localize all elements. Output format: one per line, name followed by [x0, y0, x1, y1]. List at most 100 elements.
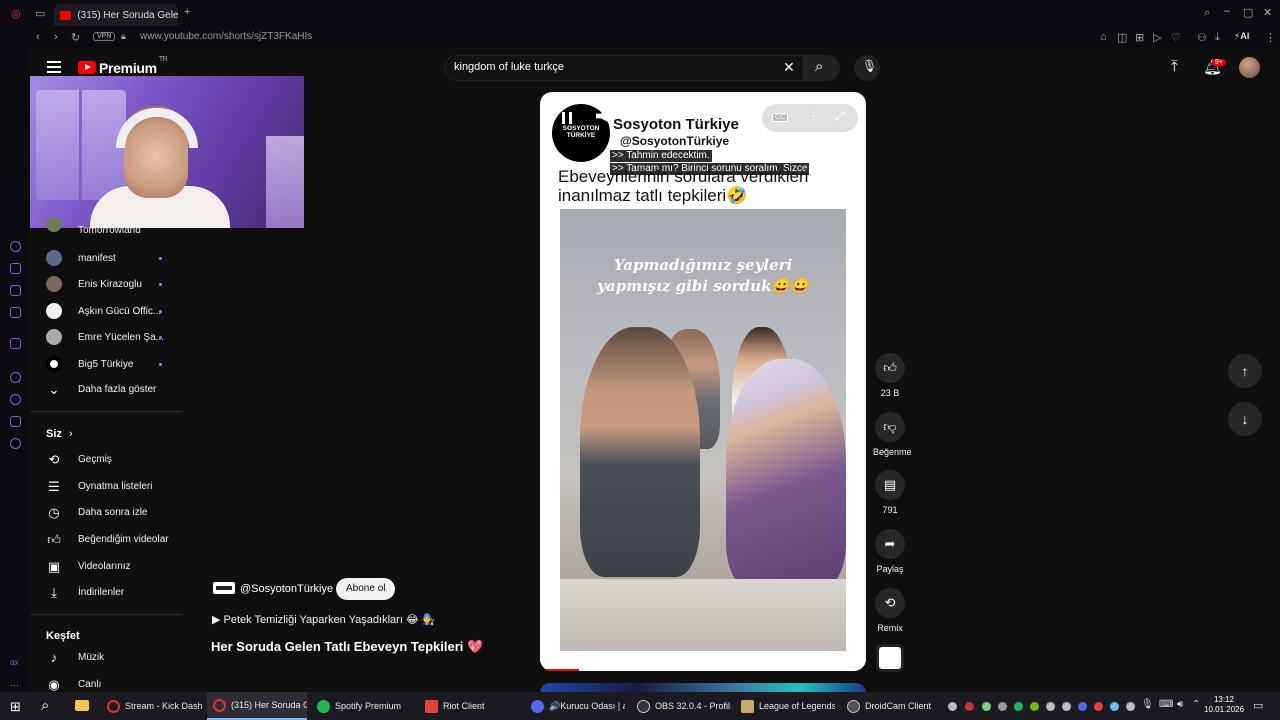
create-upload-icon[interactable]: ⤒	[1171, 58, 1178, 75]
taskbar-app-obs[interactable]: OBS 32.0.4 - Profil: ...	[631, 692, 731, 720]
more-sidebar-icon[interactable]: αx	[10, 658, 21, 669]
file-explorer-icon[interactable]	[75, 700, 89, 711]
hamburger-menu-icon[interactable]	[47, 61, 61, 73]
taskbar-app-discord[interactable]: 🔊Kurucu Odası | a...	[525, 692, 625, 720]
tray-icon[interactable]	[1126, 702, 1135, 711]
search-button[interactable]: ⌕	[804, 55, 840, 81]
notifications-icon[interactable]: ▭	[1253, 699, 1263, 712]
subscription-item[interactable]: Aşkın Gücü Offic...	[30, 298, 182, 324]
back-icon[interactable]: ‹	[36, 31, 40, 43]
tray-icon[interactable]	[982, 702, 991, 711]
nav-your-videos[interactable]: ▣ Videolarınız	[30, 555, 182, 581]
taskbar-app-droidcam[interactable]: DroidCam Client	[841, 692, 941, 720]
like-icon[interactable]: 👍︎	[875, 353, 905, 383]
more-options-icon[interactable]: ⋮	[808, 109, 820, 123]
channel-avatar[interactable]	[213, 582, 235, 594]
voice-search-button[interactable]: 🎙︎	[854, 55, 880, 81]
pause-icon[interactable]	[562, 112, 572, 124]
download-icon[interactable]: ⤓	[1215, 31, 1220, 44]
subscribe-button[interactable]: Abone ol	[336, 578, 396, 600]
clear-search-icon[interactable]: ✕	[783, 59, 795, 76]
tray-icon[interactable]	[1078, 702, 1087, 711]
tray-icon[interactable]	[1094, 702, 1103, 711]
youtube-logo-icon[interactable]	[78, 61, 96, 74]
network-icon[interactable]: ⌨	[1159, 699, 1173, 710]
dislike-action[interactable]: 👎︎ Beğenme	[873, 412, 912, 457]
ai-icon[interactable]: ⚡AI	[1234, 31, 1249, 42]
snapshot-icon[interactable]: ◫	[1117, 31, 1127, 44]
minimize-icon[interactable]: –	[1224, 5, 1230, 17]
sound-channel-thumb[interactable]	[876, 644, 904, 672]
taskbar-search-icon[interactable]: ⌕	[41, 697, 49, 714]
next-short-button[interactable]: ↓	[1228, 402, 1262, 436]
nav-liked-videos[interactable]: 👍︎ Beğendiğim videolar	[30, 528, 182, 554]
reload-icon[interactable]: ↻	[71, 31, 80, 44]
tray-icon[interactable]	[948, 702, 957, 711]
taskbar-app-lol[interactable]: League of Legends	[735, 692, 835, 720]
account-icon[interactable]: ⚇	[1197, 31, 1207, 44]
subscription-item[interactable]: Big5 Türkiye	[30, 351, 182, 377]
tray-icon[interactable]	[1030, 702, 1039, 711]
previous-short-button[interactable]: ↑	[1228, 354, 1262, 388]
tray-icon[interactable]	[1110, 702, 1119, 711]
notes-icon[interactable]	[10, 285, 21, 296]
search-tabs-icon[interactable]: ⌕	[1204, 7, 1210, 20]
remix-icon[interactable]: ⟲	[875, 588, 905, 618]
search-input-value[interactable]: kingdom of luke turkçe	[454, 61, 564, 73]
tray-icon[interactable]	[965, 702, 974, 711]
tab-overview-icon[interactable]: ▭	[35, 7, 45, 20]
taskbar-app-browser[interactable]: (315) Her Soruda G...	[207, 692, 307, 720]
taskbar-clock[interactable]: 13:12 10.01.2026	[1204, 695, 1244, 715]
tray-icon[interactable]	[1014, 702, 1023, 711]
windows-start-icon[interactable]: ⊞	[10, 699, 21, 715]
vpn-badge[interactable]: VPN	[93, 32, 116, 41]
maximize-icon[interactable]: ▢	[1243, 6, 1253, 19]
share-action[interactable]: ➦ Paylaş	[873, 529, 907, 574]
heart-icon[interactable]: ♡	[1171, 31, 1181, 44]
sidebar-dots-icon[interactable]: ···	[10, 680, 21, 691]
pin-icon[interactable]: ⌂	[1100, 31, 1107, 43]
taskbar-app-spotify[interactable]: Spotify Premium	[311, 692, 411, 720]
volume-tray-icon[interactable]: 🔊︎	[1177, 699, 1183, 710]
comment-action[interactable]: ▤ 791	[873, 470, 907, 515]
nav-playlists[interactable]: ☰ Oynatma listeleri	[30, 475, 182, 501]
microphone-tray-icon[interactable]: 🎙︎	[1141, 699, 1154, 710]
messenger-icon[interactable]	[10, 241, 21, 252]
settings-sidebar-icon[interactable]	[10, 438, 21, 449]
subscription-item[interactable]: Emre Yücelen Şa...	[30, 324, 182, 350]
tab-active[interactable]: (315) Her Soruda Gelen	[54, 4, 178, 26]
taskbar-app-riot[interactable]: Riot Client	[419, 692, 519, 720]
share-icon[interactable]: ➦	[875, 529, 905, 559]
comment-icon[interactable]: ▤	[875, 470, 905, 500]
m-app-icon[interactable]	[10, 307, 21, 318]
show-more-button[interactable]: ⌄ Daha fazla göster	[30, 378, 182, 404]
account-avatar[interactable]	[1239, 57, 1260, 78]
subscription-item[interactable]: manifest	[30, 245, 182, 271]
player-sidebar-icon[interactable]	[10, 372, 21, 383]
close-window-icon[interactable]: ✕	[1263, 6, 1272, 19]
you-section-heading[interactable]: Siz ›	[46, 428, 73, 440]
player-icon[interactable]: ▷	[1153, 31, 1161, 44]
menu-dots-icon[interactable]: ⋮	[1265, 31, 1276, 44]
playlist-link[interactable]: ▶ Petek Temizliği Yaparken Yaşadıkları 😂…	[212, 613, 436, 626]
tray-icon[interactable]	[998, 702, 1007, 711]
captions-button[interactable]: CC	[772, 113, 789, 122]
history-sidebar-icon[interactable]	[10, 394, 21, 405]
tray-icon[interactable]	[1046, 702, 1055, 711]
tray-icon[interactable]	[1062, 702, 1071, 711]
twitch-icon[interactable]	[10, 338, 21, 349]
nav-history[interactable]: ⟲ Geçmiş	[30, 448, 182, 474]
subscription-item[interactable]: Tomorrowland	[30, 218, 182, 236]
nav-watch-later[interactable]: ◷ Daha sonra izle	[30, 501, 182, 527]
remix-action[interactable]: ⟲ Remix	[873, 588, 907, 633]
nav-live[interactable]: ◉ Canlı	[30, 673, 182, 692]
nav-music[interactable]: ♪ Müzik	[30, 646, 182, 672]
taskbar-app-kick[interactable]: Stream - Kick Dash...	[101, 692, 203, 720]
new-tab-icon[interactable]: +	[184, 6, 190, 18]
tray-overflow-icon[interactable]: ⌃	[1192, 699, 1200, 710]
pinboard-icon[interactable]	[10, 416, 21, 427]
youtube-brand[interactable]: PremiumTR	[99, 56, 168, 76]
url-field[interactable]: www.youtube.com/shorts/sjZT3FKaHIs	[140, 31, 312, 42]
like-action[interactable]: 👍︎ 23 B	[873, 353, 907, 398]
extensions-icon[interactable]: ⊞	[1135, 31, 1144, 44]
